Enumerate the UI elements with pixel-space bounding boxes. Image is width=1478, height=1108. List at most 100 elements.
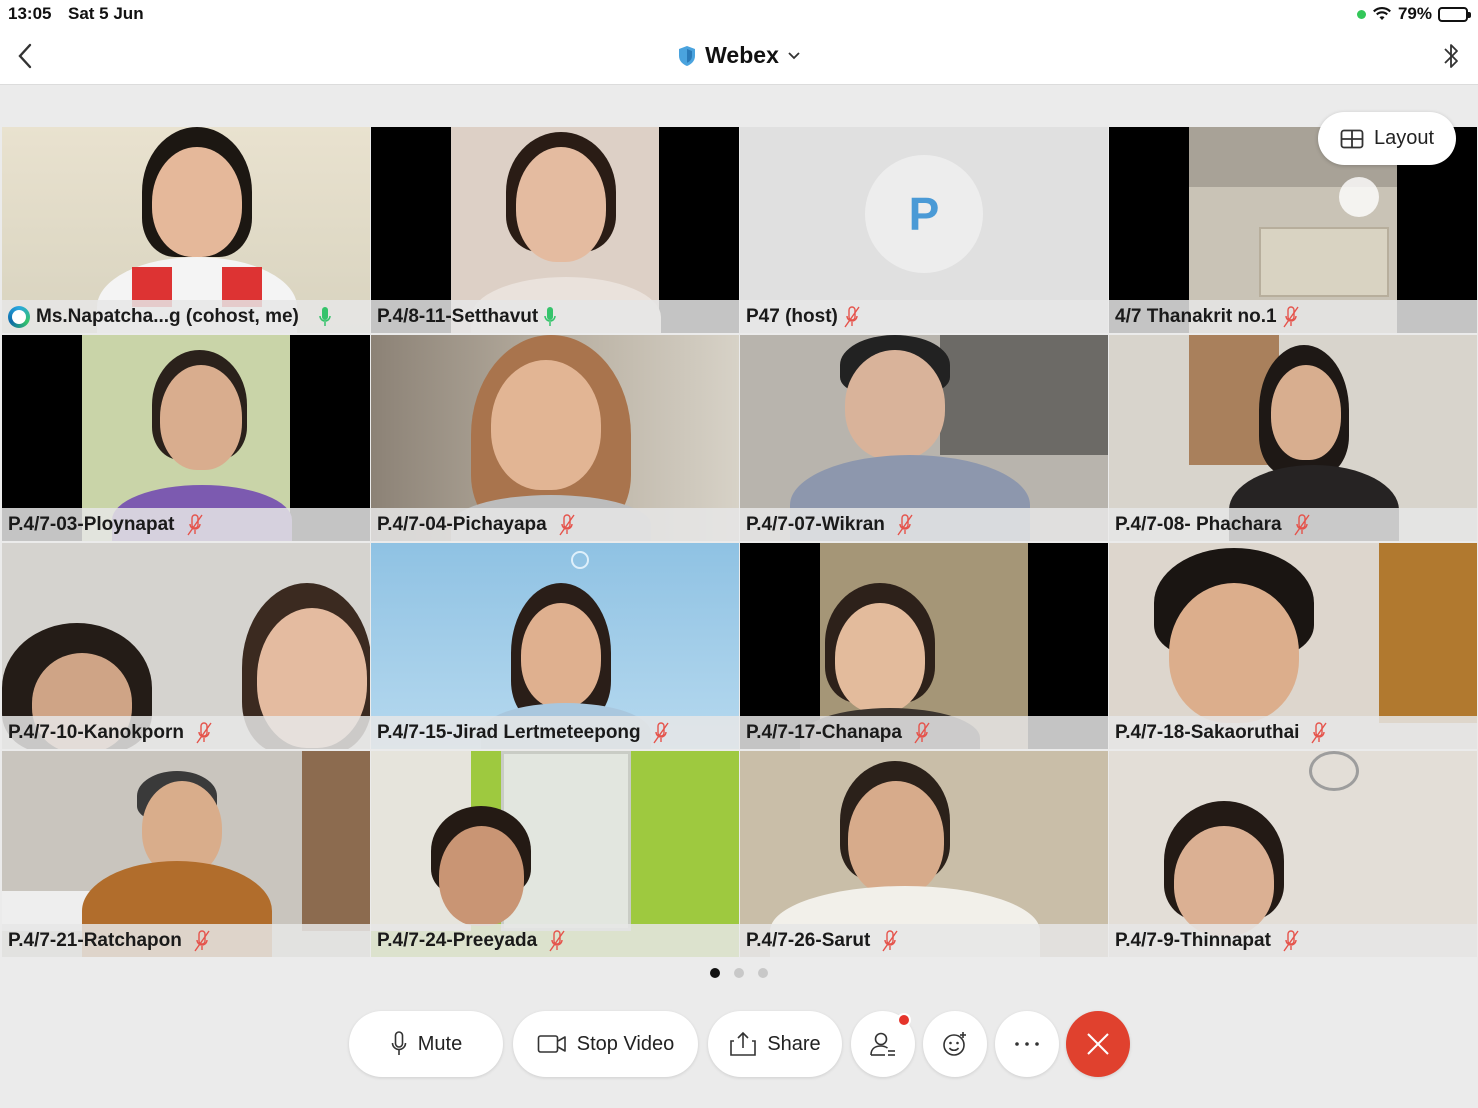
participant-tile[interactable]: P.4/7-03-Ploynapat xyxy=(2,335,370,541)
participant-name: P.4/7-03-Ploynapat xyxy=(8,513,175,535)
notification-badge xyxy=(897,1013,911,1027)
meeting-controls: Mute Stop Video Share xyxy=(0,1011,1478,1077)
participant-name: P.4/7-24-Preeyada xyxy=(377,929,538,951)
participant-tile[interactable]: Ms.Napatcha...g (cohost, me) xyxy=(2,127,370,333)
close-icon xyxy=(1087,1033,1109,1055)
participant-tile[interactable]: P.4/7-08- Phachara xyxy=(1109,335,1477,541)
page-indicator[interactable] xyxy=(0,968,1478,978)
participant-label: P.4/7-18-Sakaoruthai xyxy=(1109,716,1477,749)
participant-name: P.4/7-9-Thinnapat xyxy=(1115,929,1271,951)
participant-tile[interactable]: P P47 (host) xyxy=(740,127,1108,333)
participant-tile[interactable]: P.4/7-24-Preeyada xyxy=(371,751,739,957)
webex-shield-icon xyxy=(679,45,696,66)
leave-meeting-button[interactable] xyxy=(1066,1011,1130,1077)
participants-icon xyxy=(870,1032,895,1056)
participant-label: P.4/7-03-Ploynapat xyxy=(2,508,370,541)
battery-percent: 79% xyxy=(1397,4,1432,23)
participant-label: P.4/7-07-Wikran xyxy=(740,508,1108,541)
microphone-muted-icon xyxy=(1283,929,1299,951)
layout-button[interactable]: Layout xyxy=(1318,112,1456,165)
more-button[interactable] xyxy=(995,1011,1059,1077)
participant-tile[interactable]: P.4/7-15-Jirad Lertmeteepong xyxy=(371,543,739,749)
microphone-muted-icon xyxy=(194,929,210,951)
participant-name: P.4/7-17-Chanapa xyxy=(746,721,902,743)
participant-name: P47 (host) xyxy=(746,305,838,327)
microphone-muted-icon xyxy=(882,929,898,951)
chevron-down-icon xyxy=(788,51,800,59)
participant-label: P.4/7-24-Preeyada xyxy=(371,924,739,957)
status-date: Sat 5 Jun xyxy=(68,4,144,23)
stop-video-label: Stop Video xyxy=(576,1032,675,1055)
participant-tile[interactable]: P.4/7-21-Ratchapon xyxy=(2,751,370,957)
participant-tile[interactable]: P.4/7-10-Kanokporn xyxy=(2,543,370,749)
participant-label: P.4/8-11-Setthavut xyxy=(371,300,739,333)
microphone-muted-icon xyxy=(559,513,575,535)
participant-label: P.4/7-26-Sarut xyxy=(740,924,1108,957)
status-indicators: 79% xyxy=(1356,4,1471,24)
participant-name: P.4/7-07-Wikran xyxy=(746,513,885,535)
participant-tile[interactable]: P.4/7-04-Pichayapa xyxy=(371,335,739,541)
microphone-muted-icon xyxy=(914,721,930,743)
microphone-muted-icon xyxy=(186,513,203,535)
layout-label: Layout xyxy=(1373,127,1435,149)
wifi-icon xyxy=(1373,7,1391,20)
participant-label: P.4/7-04-Pichayapa xyxy=(371,508,739,541)
participant-name: 4/7 Thanakrit no.1 xyxy=(1115,305,1277,327)
participant-tile[interactable]: P.4/7-18-Sakaoruthai xyxy=(1109,543,1477,749)
share-icon xyxy=(730,1031,757,1056)
page-title: Webex xyxy=(705,42,779,68)
participant-label: P.4/7-17-Chanapa xyxy=(740,716,1108,749)
participant-label: Ms.Napatcha...g (cohost, me) xyxy=(2,300,370,333)
mute-label: Mute xyxy=(417,1032,463,1055)
participant-name: Ms.Napatcha...g (cohost, me) xyxy=(36,305,299,327)
microphone-on-icon xyxy=(319,306,331,326)
participant-name: P.4/7-18-Sakaoruthai xyxy=(1115,721,1300,743)
microphone-muted-icon xyxy=(844,305,860,327)
battery-icon xyxy=(1438,6,1471,22)
microphone-muted-icon xyxy=(653,721,669,743)
more-icon xyxy=(1015,1042,1039,1046)
camera-in-use-indicator xyxy=(1356,9,1366,19)
stop-video-button[interactable]: Stop Video xyxy=(513,1011,698,1077)
microphone-muted-icon xyxy=(196,721,212,743)
microphone-muted-icon xyxy=(549,929,565,951)
participants-button[interactable] xyxy=(851,1011,915,1077)
participant-tile[interactable]: P.4/8-11-Setthavut xyxy=(371,127,739,333)
avatar: P xyxy=(865,155,983,273)
participant-tile[interactable]: P.4/7-07-Wikran xyxy=(740,335,1108,541)
participant-label: P47 (host) xyxy=(740,300,1108,333)
share-button[interactable]: Share xyxy=(708,1011,842,1077)
camera-icon xyxy=(537,1035,566,1053)
microphone-on-icon xyxy=(544,306,556,326)
participant-tile[interactable]: P.4/7-9-Thinnapat xyxy=(1109,751,1477,957)
share-label: Share xyxy=(767,1032,821,1055)
microphone-muted-icon xyxy=(1282,305,1299,327)
page-dot-2[interactable] xyxy=(734,968,744,978)
microphone-muted-icon xyxy=(897,513,913,535)
participant-tile[interactable]: P.4/7-26-Sarut xyxy=(740,751,1108,957)
microphone-muted-icon xyxy=(1311,721,1328,743)
page-dot-3[interactable] xyxy=(758,968,768,978)
page-dot-1[interactable] xyxy=(710,968,720,978)
microphone-muted-icon xyxy=(1293,513,1310,535)
reactions-icon xyxy=(943,1032,966,1056)
participant-label: P.4/7-15-Jirad Lertmeteepong xyxy=(371,716,739,749)
layout-grid-icon xyxy=(1340,129,1364,148)
participant-name: P.4/7-04-Pichayapa xyxy=(377,513,547,535)
reactions-button[interactable] xyxy=(923,1011,987,1077)
video-grid: Ms.Napatcha...g (cohost, me) P.4/8-11-Se… xyxy=(0,127,1478,957)
participant-name: P.4/7-10-Kanokporn xyxy=(8,721,184,743)
participant-label: P.4/7-10-Kanokporn xyxy=(2,716,370,749)
microphone-icon xyxy=(391,1031,407,1055)
participant-label: 4/7 Thanakrit no.1 xyxy=(1109,300,1477,333)
participant-label: P.4/7-21-Ratchapon xyxy=(2,924,370,957)
status-ring-icon xyxy=(8,305,30,328)
participant-label: P.4/7-9-Thinnapat xyxy=(1109,924,1477,957)
bluetooth-icon[interactable] xyxy=(1440,40,1462,72)
mute-button[interactable]: Mute xyxy=(349,1011,503,1077)
participant-name: P.4/7-08- Phachara xyxy=(1115,513,1282,535)
participant-tile[interactable]: P.4/7-17-Chanapa xyxy=(740,543,1108,749)
nav-bar: Webex xyxy=(0,28,1478,85)
status-bar: 13:05 Sat 5 Jun 79% xyxy=(0,0,1478,28)
meeting-title-menu[interactable]: Webex xyxy=(0,42,1478,69)
